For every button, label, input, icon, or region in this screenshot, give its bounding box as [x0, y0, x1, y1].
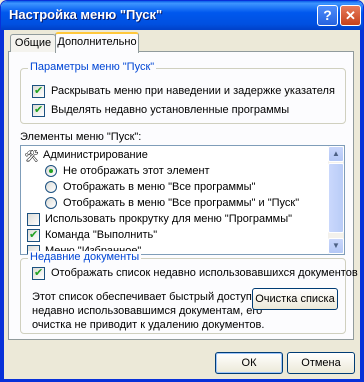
- list-scrollbar[interactable]: ▲ ▼: [328, 146, 344, 254]
- ok-button[interactable]: ОК: [215, 352, 283, 374]
- window-title: Настройка меню "Пуск": [9, 7, 163, 22]
- clear-list-button[interactable]: Очистка списка: [252, 288, 338, 310]
- run-command-checkbox[interactable]: [27, 228, 40, 242]
- tab-general[interactable]: Общие: [10, 34, 56, 52]
- radio-dont-show-label: Не отображать этот элемент: [63, 165, 210, 177]
- window-frame-left: [1, 30, 4, 381]
- close-button[interactable]: ✕: [340, 5, 361, 26]
- menu-items-label: Элементы меню "Пуск":: [20, 131, 142, 143]
- highlight-new-checkbox[interactable]: [32, 103, 45, 117]
- help-button[interactable]: ?: [317, 5, 338, 26]
- recent-docs-desc-1: Этот список обеспечивает быстрый доступ …: [32, 291, 260, 303]
- radio-show-all-programs-label: Отображать в меню "Все программы": [63, 181, 256, 193]
- dialog-window: Настройка меню "Пуск" ? ✕ Общие Дополнит…: [0, 0, 364, 382]
- recent-docs-desc-2: недавно использовавшимся документам, его: [32, 305, 263, 317]
- cancel-button[interactable]: Отмена: [287, 352, 355, 374]
- menu-items-listbox[interactable]: 🛠 Администрирование Не отображать этот э…: [20, 145, 345, 255]
- group-title-recent: Недавние документы: [28, 251, 142, 263]
- radio-show-all-and-start-label: Отображать в меню "Все программы" и "Пус…: [63, 197, 300, 209]
- scroll-programs-checkbox[interactable]: [27, 213, 40, 226]
- recent-docs-checkbox[interactable]: [32, 266, 45, 280]
- window-frame-right: [360, 30, 363, 381]
- expand-menu-checkbox[interactable]: [32, 84, 45, 98]
- tab-advanced[interactable]: Дополнительно: [55, 32, 139, 53]
- admin-tools-icon: 🛠: [24, 149, 40, 163]
- highlight-new-label: Выделять недавно установленные программы: [51, 104, 290, 116]
- scroll-thumb[interactable]: [328, 163, 344, 233]
- recent-docs-label: Отображать список недавно использовавших…: [51, 267, 358, 279]
- run-command-label: Команда "Выполнить": [45, 229, 158, 241]
- radio-show-all-programs[interactable]: [45, 181, 57, 193]
- scroll-up-icon[interactable]: ▲: [328, 146, 344, 162]
- radio-show-all-and-start[interactable]: [45, 197, 57, 209]
- title-bar[interactable]: Настройка меню "Пуск" ? ✕: [1, 1, 363, 30]
- radio-dont-show[interactable]: [45, 165, 57, 177]
- list-item-admin: Администрирование: [43, 149, 148, 161]
- group-title-params: Параметры меню "Пуск": [28, 61, 157, 73]
- scroll-programs-label: Использовать прокрутку для меню "Програм…: [45, 213, 293, 225]
- expand-menu-label: Раскрывать меню при наведении и задержке…: [51, 85, 335, 97]
- scroll-down-icon[interactable]: ▼: [328, 238, 344, 254]
- recent-docs-desc-3: очистка не приводит к удалению документо…: [32, 319, 265, 331]
